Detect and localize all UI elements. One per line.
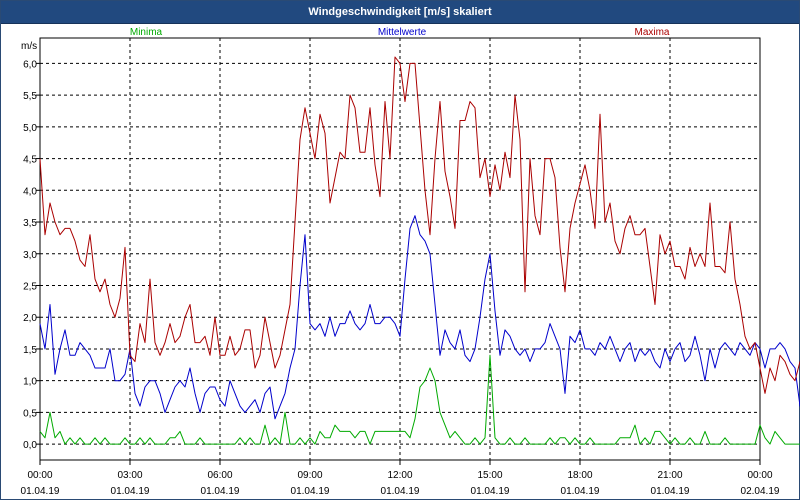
- line-chart: 0,00,51,01,52,02,53,03,54,04,55,05,56,0 …: [21, 27, 800, 497]
- x-tick-time: 12:00: [387, 470, 412, 481]
- x-tick-date: 01.04.19: [21, 486, 60, 497]
- x-tick-time: 15:00: [477, 470, 502, 481]
- y-tick-label: 4,0: [23, 186, 37, 197]
- legend-item-mittelwerte: Mittelwerte: [378, 27, 427, 38]
- x-tick-date: 01.04.19: [561, 486, 600, 497]
- x-tick-date: 01.04.19: [651, 486, 690, 497]
- x-tick-date: 02.04.19: [741, 486, 780, 497]
- y-tick-label: 0,0: [23, 440, 37, 451]
- y-axis-label: m/s: [21, 41, 37, 52]
- y-tick-label: 6,0: [23, 59, 37, 70]
- y-tick-label: 4,5: [23, 155, 37, 166]
- x-tick-time: 09:00: [297, 470, 322, 481]
- x-axis: 00:00 01.04.19 03:00 01.04.19 06:00 01.04.19 0…: [21, 460, 780, 497]
- x-tick-time: 21:00: [657, 470, 682, 481]
- legend-item-maxima: Maxima: [634, 27, 669, 38]
- x-tick-time: 03:00: [117, 470, 142, 481]
- y-axis: 0,0 0,5 1,0 1,5 2,0 2,5 3,0 3,5 4,0 4,5 5,0 5,5 6,0: [23, 59, 40, 451]
- y-tick-label: 5,0: [23, 123, 37, 134]
- y-tick-label: 1,5: [23, 345, 37, 356]
- y-tick-label: 5,5: [23, 91, 37, 102]
- x-tick-date: 01.04.19: [201, 486, 240, 497]
- y-tick-label: 3,5: [23, 218, 37, 229]
- x-tick-time: 06:00: [207, 470, 232, 481]
- legend-item-minima: Minima: [130, 27, 163, 38]
- y-tick-label: 2,0: [23, 313, 37, 324]
- y-tick-label: 2,5: [23, 281, 37, 292]
- legend: Minima Mittelwerte Maxima: [130, 27, 670, 38]
- x-tick-time: 18:00: [567, 470, 592, 481]
- x-tick-time: 00:00: [747, 470, 772, 481]
- y-tick-label: 0,5: [23, 408, 37, 419]
- x-tick-date: 01.04.19: [381, 486, 420, 497]
- x-tick-date: 01.04.19: [291, 486, 330, 497]
- x-tick-date: 01.04.19: [471, 486, 510, 497]
- y-tick-label: 3,0: [23, 250, 37, 261]
- x-tick-date: 01.04.19: [111, 486, 150, 497]
- y-tick-label: 1,0: [23, 377, 37, 388]
- x-tick-time: 00:00: [27, 470, 52, 481]
